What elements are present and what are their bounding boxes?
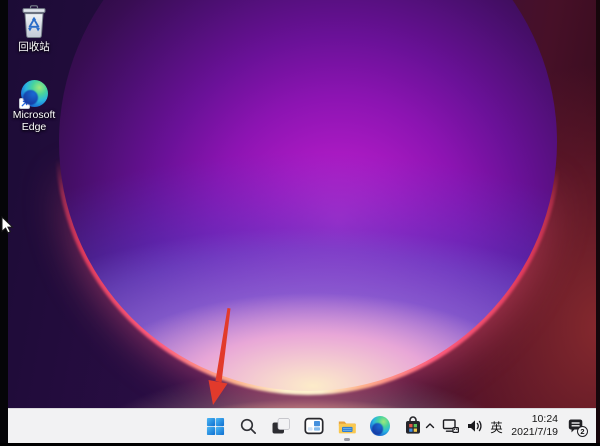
start-button[interactable] (205, 412, 225, 440)
task-view-button[interactable] (271, 412, 291, 440)
network-icon (442, 418, 460, 434)
microsoft-store-button[interactable] (403, 412, 423, 440)
windows-desktop-screen: 回收站 Microsoft Edge (0, 0, 600, 446)
desktop-icon-microsoft-edge[interactable]: Microsoft Edge (7, 80, 61, 133)
recycle-bin-icon (7, 5, 61, 39)
file-explorer-icon (337, 417, 357, 436)
widgets-icon (304, 416, 324, 436)
clock[interactable]: 10:24 2021/7/19 (510, 413, 558, 439)
edge-logo-icon (7, 80, 61, 107)
edge-taskbar-button[interactable] (370, 416, 390, 436)
taskbar-center-icons (205, 409, 423, 443)
taskbar: 英 10:24 2021/7/19 2 (8, 408, 596, 443)
volume-tray-button[interactable] (466, 418, 483, 434)
notification-center-button[interactable]: 2 (564, 415, 588, 437)
edge-label: Microsoft Edge (7, 109, 61, 133)
screen-left-border (0, 0, 8, 446)
clock-date: 2021/7/19 (510, 426, 558, 439)
windows-logo-icon (206, 417, 225, 436)
system-tray: 英 10:24 2021/7/19 2 (424, 409, 588, 443)
widgets-button[interactable] (304, 412, 324, 440)
search-icon (239, 417, 258, 436)
recycle-bin-label: 回收站 (7, 41, 61, 53)
task-view-icon (271, 416, 291, 436)
ime-language-indicator[interactable]: 英 (489, 417, 504, 436)
search-button[interactable] (238, 412, 258, 440)
edge-icon (370, 416, 390, 436)
file-explorer-running-indicator (344, 438, 350, 441)
notification-count-badge: 2 (577, 426, 588, 437)
wallpaper-bloom (59, 0, 557, 391)
shortcut-arrow-badge (19, 98, 30, 109)
clock-time: 10:24 (510, 413, 558, 426)
desktop-wallpaper (8, 0, 596, 443)
chevron-up-icon (424, 420, 436, 432)
network-tray-button[interactable] (442, 418, 460, 434)
screen-right-border (596, 0, 600, 446)
hidden-icons-chevron[interactable] (424, 420, 436, 432)
file-explorer-button[interactable] (337, 412, 357, 440)
desktop-icon-recycle-bin[interactable]: 回收站 (7, 5, 61, 53)
volume-icon (466, 418, 483, 434)
store-icon (403, 416, 423, 436)
